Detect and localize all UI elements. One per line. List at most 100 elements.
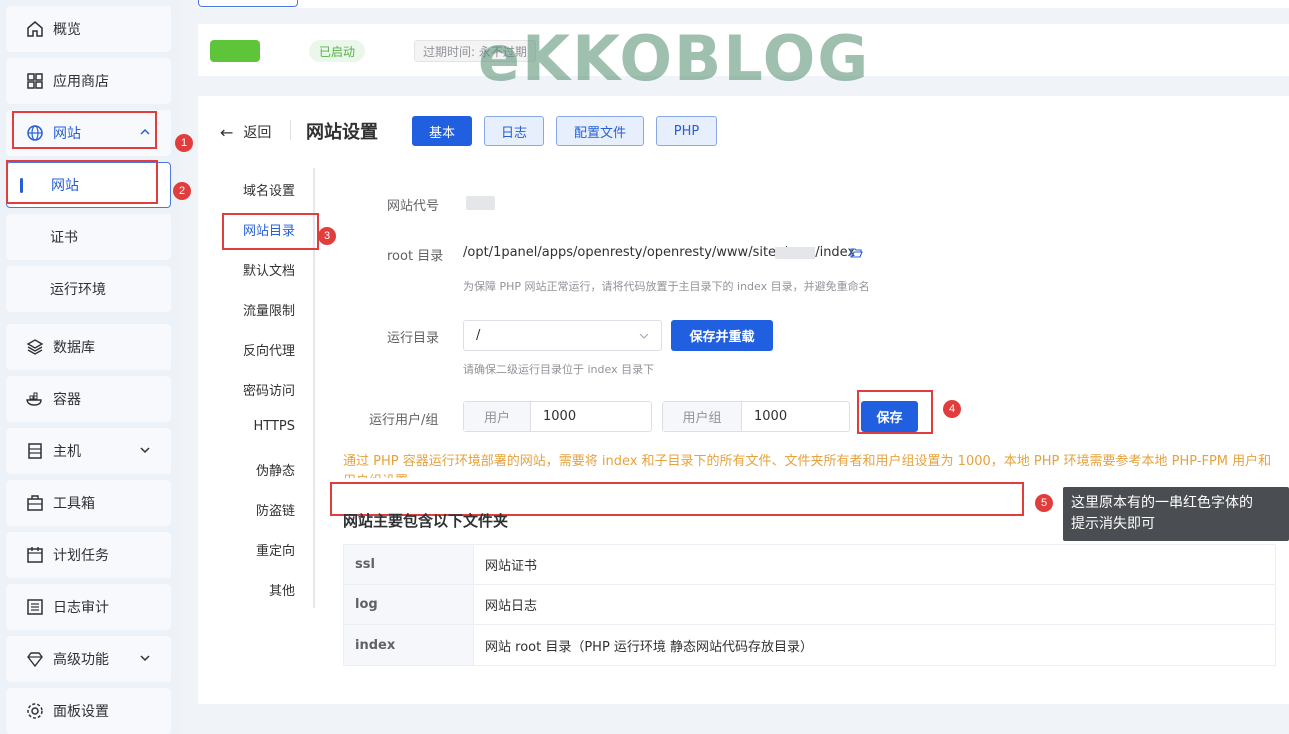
- run-dir-value: /: [476, 328, 481, 343]
- top-tabs-strip: [198, 0, 1289, 8]
- site-name-redacted: [210, 40, 260, 62]
- run-dir-label: 运行目录: [387, 331, 440, 346]
- annotation-number-1: 1: [175, 134, 193, 152]
- annotation-box-3: [222, 213, 319, 250]
- sidebar-item-label: 主机: [53, 444, 81, 460]
- sidebar-subitem-certificate[interactable]: 证书: [6, 214, 171, 260]
- folder-open-icon[interactable]: [850, 247, 863, 259]
- nav-redirect[interactable]: 重定向: [256, 540, 295, 559]
- annotation-box-2: [6, 160, 158, 204]
- sidebar-item-overview[interactable]: 概览: [6, 6, 171, 52]
- back-label: 返回: [243, 125, 272, 141]
- annotation-number-4: 4: [943, 400, 961, 418]
- diamond-icon: [26, 650, 44, 668]
- site-code-redacted: [466, 196, 495, 210]
- root-dir-label: root 目录: [387, 249, 444, 264]
- root-dir-prefix: /opt/1panel/apps/openresty/openresty/www…: [463, 245, 788, 260]
- page-title: 网站设置: [306, 122, 378, 143]
- chevron-down-icon: [140, 447, 150, 454]
- nav-default-document[interactable]: 默认文档: [243, 260, 295, 279]
- nav-other[interactable]: 其他: [269, 580, 295, 599]
- arrow-left-icon: ←: [220, 122, 234, 142]
- watermark-logo: eKKOBLOG: [478, 22, 871, 95]
- table-key: log: [344, 585, 474, 624]
- tooltip-line-1: 这里原本有的一串红色字体的: [1071, 495, 1253, 511]
- folders-section-title: 网站主要包含以下文件夹: [343, 512, 509, 530]
- sidebar-item-label: 高级功能: [53, 652, 109, 668]
- sidebar-item-label: 概览: [53, 22, 81, 38]
- nav-anti-leech[interactable]: 防盗链: [256, 500, 295, 519]
- title-divider: [290, 120, 291, 140]
- sidebar-item-label: 面板设置: [53, 704, 109, 720]
- sidebar-item-app-store[interactable]: 应用商店: [6, 58, 171, 104]
- annotation-number-2: 2: [173, 182, 191, 200]
- save-and-reload-button[interactable]: 保存并重载: [671, 320, 773, 351]
- sidebar-item-label: 运行环境: [50, 282, 106, 298]
- root-dir-hint: 为保障 PHP 网站正常运行，请将代码放置于主目录下的 index 目录，并避免…: [463, 280, 870, 293]
- sidebar-item-label: 工具箱: [53, 496, 95, 512]
- sidebar-subitem-runtime[interactable]: 运行环境: [6, 266, 171, 312]
- sidebar-item-panel-settings[interactable]: 面板设置: [6, 688, 171, 734]
- folders-table: ssl 网站证书 log 网站日志 index 网站 root 目录（PHP 运…: [343, 544, 1276, 666]
- tab-basic[interactable]: 基本: [412, 116, 472, 146]
- toolbox-icon: [26, 494, 44, 512]
- table-row: ssl 网站证书: [344, 545, 1275, 585]
- top-tab-active[interactable]: [198, 0, 298, 7]
- sidebar-item-host[interactable]: 主机: [6, 428, 171, 474]
- table-key: ssl: [344, 545, 474, 584]
- server-icon: [26, 442, 44, 460]
- site-code-label: 网站代号: [387, 199, 440, 214]
- nav-rewrite[interactable]: 伪静态: [256, 460, 295, 479]
- docker-icon: [26, 390, 44, 408]
- sidebar-item-label: 应用商店: [53, 74, 109, 90]
- sidebar-item-container[interactable]: 容器: [6, 376, 171, 422]
- user-input-group[interactable]: 用户 1000: [463, 401, 652, 432]
- table-value: 网站证书: [485, 559, 538, 574]
- run-dir-select[interactable]: /: [463, 320, 662, 351]
- annotation-box-4: [857, 390, 933, 434]
- nav-https[interactable]: HTTPS: [253, 419, 295, 434]
- group-input[interactable]: 1000: [742, 402, 787, 431]
- sidebar-item-label: 容器: [53, 392, 81, 408]
- tab-config-file[interactable]: 配置文件: [556, 116, 644, 146]
- home-icon: [26, 20, 44, 38]
- group-prepend: 用户组: [663, 402, 742, 431]
- sidebar-item-label: 计划任务: [53, 548, 109, 564]
- annotation-box-1: [12, 111, 157, 149]
- log-list-icon: [26, 598, 44, 616]
- apps-grid-icon: [26, 72, 44, 90]
- gear-icon: [26, 702, 44, 720]
- annotation-tooltip: 这里原本有的一串红色字体的 提示消失即可: [1063, 487, 1289, 541]
- nav-reverse-proxy[interactable]: 反向代理: [243, 340, 295, 359]
- user-input[interactable]: 1000: [531, 402, 576, 431]
- tab-php[interactable]: PHP: [656, 116, 717, 146]
- table-value: 网站日志: [485, 599, 538, 614]
- sidebar-item-label: 证书: [50, 230, 78, 246]
- sidebar-item-log-audit[interactable]: 日志审计: [6, 584, 171, 630]
- sidebar-item-advanced[interactable]: 高级功能: [6, 636, 171, 682]
- user-prepend: 用户: [464, 402, 531, 431]
- status-badge: 已启动: [309, 40, 365, 62]
- annotation-number-5: 5: [1035, 494, 1053, 512]
- table-row: log 网站日志: [344, 585, 1275, 625]
- table-row: index 网站 root 目录（PHP 运行环境 静态网站代码存放目录）: [344, 625, 1275, 665]
- sidebar-item-label: 数据库: [53, 340, 95, 356]
- annotation-number-3: 3: [318, 227, 336, 245]
- table-value: 网站 root 目录（PHP 运行环境 静态网站代码存放目录）: [485, 639, 814, 655]
- sidebar-item-cron[interactable]: 计划任务: [6, 532, 171, 578]
- nav-domain-settings[interactable]: 域名设置: [243, 180, 295, 199]
- nav-password-access[interactable]: 密码访问: [243, 380, 295, 399]
- sidebar-item-database[interactable]: 数据库: [6, 324, 171, 370]
- tab-log[interactable]: 日志: [484, 116, 544, 146]
- root-dir-redacted: [775, 246, 816, 259]
- sidebar-item-label: 日志审计: [53, 600, 109, 616]
- calendar-icon: [26, 546, 44, 564]
- sidebar-item-toolbox[interactable]: 工具箱: [6, 480, 171, 526]
- chevron-down-icon: [140, 655, 150, 662]
- back-link[interactable]: ← 返回: [220, 122, 271, 142]
- table-key: index: [344, 625, 474, 665]
- nav-traffic-limit[interactable]: 流量限制: [243, 300, 295, 319]
- layers-icon: [26, 338, 44, 356]
- group-input-group[interactable]: 用户组 1000: [662, 401, 850, 432]
- run-dir-hint: 请确保二级运行目录位于 index 目录下: [463, 363, 655, 376]
